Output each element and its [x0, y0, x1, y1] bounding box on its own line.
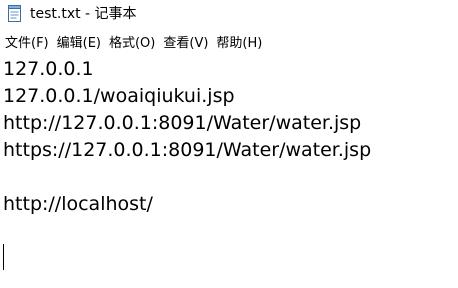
menu-format[interactable]: 格式(O): [109, 34, 155, 54]
menu-view[interactable]: 查看(V): [163, 34, 208, 54]
window-title: test.txt - 记事本: [30, 6, 137, 22]
menu-bar: 文件(F) 编辑(E) 格式(O) 查看(V) 帮助(H): [0, 33, 270, 55]
notepad-icon: [7, 5, 23, 23]
text-line: https://127.0.0.1:8091/Water/water.jsp: [3, 139, 372, 161]
text-editor-area[interactable]: 127.0.0.1 127.0.0.1/woaiqiukui.jsp http:…: [0, 56, 458, 288]
text-caret: [3, 244, 4, 270]
text-line: 127.0.0.1: [3, 58, 94, 80]
menu-edit[interactable]: 编辑(E): [57, 34, 101, 54]
menu-help[interactable]: 帮助(H): [216, 34, 262, 54]
notepad-window: test.txt - 记事本 文件(F) 编辑(E) 格式(O) 查看(V) 帮…: [0, 0, 458, 288]
text-line: http://localhost/: [3, 193, 153, 215]
menu-file[interactable]: 文件(F): [5, 34, 49, 54]
text-line: http://127.0.0.1:8091/Water/water.jsp: [3, 112, 362, 134]
title-bar[interactable]: test.txt - 记事本: [0, 0, 458, 30]
text-line: 127.0.0.1/woaiqiukui.jsp: [3, 85, 235, 107]
